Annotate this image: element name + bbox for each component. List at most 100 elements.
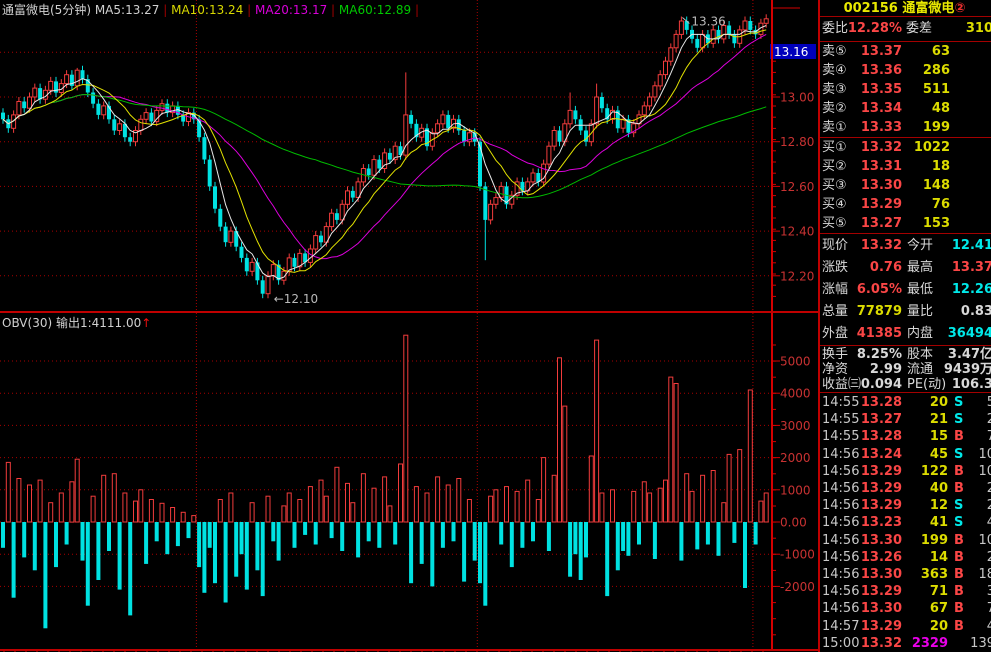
- bid-level-label: 买①: [822, 138, 847, 157]
- tape-time: 14:56: [822, 480, 859, 497]
- ask-row[interactable]: 卖①13.33199: [818, 118, 991, 137]
- tape-volume: 45: [930, 446, 948, 463]
- candle-header-seg-1: MA5:13.27: [95, 3, 160, 17]
- bid-row[interactable]: 买⑤ 13.27 153: [818, 214, 991, 233]
- ask-price: 13.35: [861, 80, 902, 99]
- stat-value: 6.05%: [857, 279, 902, 301]
- tape-count: 10: [978, 446, 991, 463]
- stat-label: PE(动): [907, 377, 946, 392]
- tape-count: 10: [978, 532, 991, 549]
- tape-volume: 21: [930, 411, 948, 428]
- bid-row[interactable]: 买①13.321022: [818, 138, 991, 157]
- stat-row: 涨跌0.76最高13.37: [818, 257, 991, 279]
- ask-row[interactable]: 卖⑤13.3763: [818, 42, 991, 61]
- tape-volume: 363: [921, 566, 948, 583]
- tape-volume: 40: [930, 480, 948, 497]
- bid-price: 13.30: [861, 176, 902, 195]
- ask-volume: 63: [932, 42, 950, 61]
- bid-price: 13.27: [861, 214, 902, 233]
- tape-price: 13.26: [861, 549, 902, 566]
- stat-value: 0.76: [870, 257, 902, 279]
- tape-price: 13.29: [861, 618, 902, 635]
- tape-row: 14:5613.2445S10: [818, 446, 991, 463]
- bid-row[interactable]: 买④13.2976: [818, 195, 991, 214]
- svg-text:-1000: -1000: [780, 548, 815, 562]
- obv-pane-header: OBV(30) 输出1:4111.00↑: [2, 314, 151, 331]
- tape-price: 13.29: [861, 463, 902, 480]
- stat-value: 77879: [857, 301, 902, 323]
- tape-time: 14:57: [822, 618, 859, 635]
- obv-header-seg-0: OBV(30): [2, 316, 56, 330]
- bid-level-label: 买③: [822, 176, 847, 195]
- tape-row: 14:5613.29122B10: [818, 463, 991, 480]
- weibi-value: 12.28%: [848, 18, 902, 40]
- stat-label: 换手: [822, 347, 848, 362]
- candle-header-seg-7: MA60:12.89: [339, 3, 411, 17]
- ask-level-label: 卖②: [822, 99, 847, 118]
- stat-label: 涨跌: [822, 257, 848, 279]
- stat-label: 今开: [907, 235, 933, 257]
- bid-row[interactable]: 买②13.3118: [818, 157, 991, 176]
- tape-side: S: [954, 394, 963, 411]
- tape-price: 13.28: [861, 394, 902, 411]
- candle-header-seg-2: |: [159, 3, 171, 17]
- tape-volume: 71: [930, 583, 948, 600]
- divider: [818, 392, 991, 393]
- stat-row: 收益㈢0.094PE(动)106.3: [818, 377, 991, 392]
- stat-label: 最高: [907, 257, 933, 279]
- tape-price: 13.28: [861, 428, 902, 445]
- bid-level-label: 买⑤: [822, 214, 847, 233]
- stat-value: 12.41: [952, 235, 991, 257]
- bid-level-label: 买④: [822, 195, 847, 214]
- ask-row[interactable]: 卖④13.36286: [818, 61, 991, 80]
- bid-volume: 153: [923, 214, 950, 233]
- tape-count: 2: [987, 411, 991, 428]
- candle-header-seg-0: 通富微电(5分钟): [2, 3, 95, 17]
- candle-header-seg-5: MA20:13.17: [255, 3, 327, 17]
- tape-time: 14:56: [822, 446, 859, 463]
- svg-text:1000: 1000: [780, 483, 811, 497]
- stock-title[interactable]: 002156 通富微电②: [818, 1, 991, 16]
- tape-volume: 12: [930, 497, 948, 514]
- ask-price: 13.34: [861, 99, 902, 118]
- stat-value: 13.32: [861, 235, 902, 257]
- svg-text:5000: 5000: [780, 355, 811, 369]
- tape-count: 2: [987, 497, 991, 514]
- tape-time: 14:56: [822, 600, 859, 617]
- stat-value: 106.3: [952, 377, 991, 392]
- tape-side: B: [954, 566, 964, 583]
- tape-volume: 67: [930, 600, 948, 617]
- tape-count: 10: [978, 463, 991, 480]
- stat-row: 换手8.25%股本3.47亿: [818, 347, 991, 362]
- svg-text:←12.10: ←12.10: [274, 292, 318, 306]
- ask-level-label: 卖④: [822, 61, 847, 80]
- tape-count: 2: [987, 480, 991, 497]
- svg-text:13.36: 13.36: [691, 15, 725, 29]
- tape-side: B: [954, 428, 964, 445]
- tape-price: 13.29: [861, 497, 902, 514]
- tape-row: 14:5613.2614B2: [818, 549, 991, 566]
- tape-row: 14:5613.2971B3: [818, 583, 991, 600]
- tape-row: 14:5513.2820S5: [818, 394, 991, 411]
- tape-time: 14:55: [822, 411, 859, 428]
- tape-side: B: [954, 463, 964, 480]
- bid-row[interactable]: 买③13.30148: [818, 176, 991, 195]
- tape-time: 14:56: [822, 463, 859, 480]
- tape-time: 14:55: [822, 394, 859, 411]
- pane-divider: [0, 311, 818, 313]
- ask-volume: 199: [923, 118, 950, 137]
- tape-side: S: [954, 497, 963, 514]
- weicha-value: 310: [966, 18, 991, 40]
- ask-row[interactable]: 卖③13.35511: [818, 80, 991, 99]
- stat-label: 最低: [907, 279, 933, 301]
- last-price-marker: 13.16: [774, 45, 808, 59]
- tape-volume: 199: [921, 532, 948, 549]
- ask-row[interactable]: 卖②13.3448: [818, 99, 991, 118]
- tape-time: 14:56: [822, 532, 859, 549]
- svg-text:2000: 2000: [780, 451, 811, 465]
- stat-label: 净资: [822, 362, 848, 377]
- bid-volume: 1022: [914, 138, 950, 157]
- tape-price: 13.23: [861, 514, 902, 531]
- svg-text:3000: 3000: [780, 419, 811, 433]
- tape-price: 13.30: [861, 566, 902, 583]
